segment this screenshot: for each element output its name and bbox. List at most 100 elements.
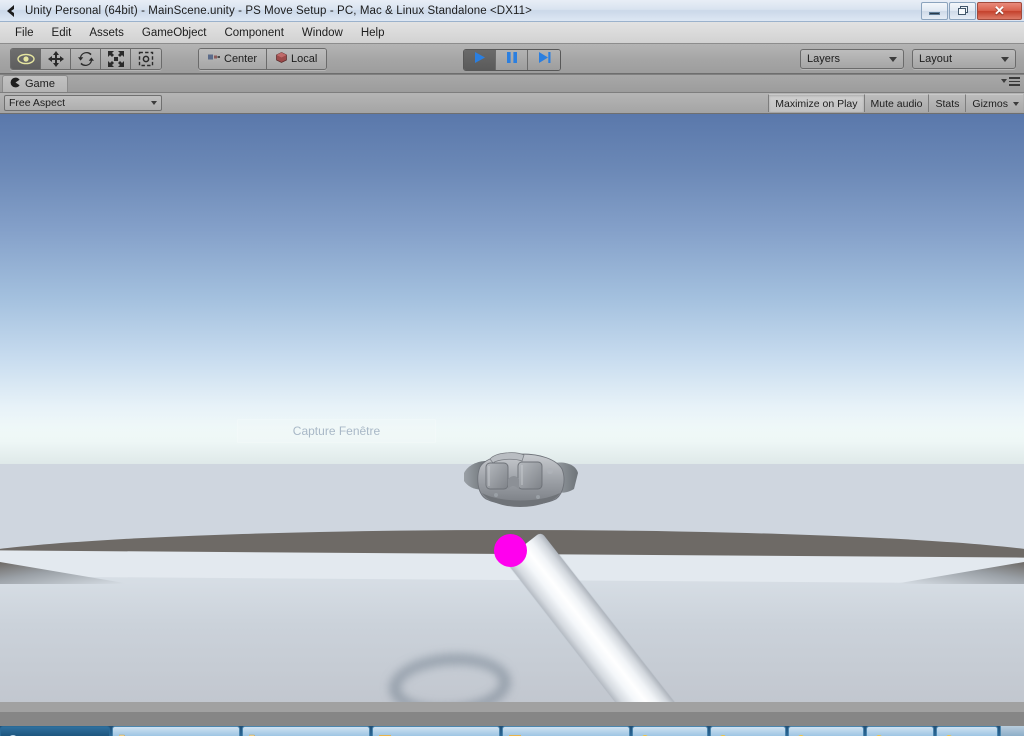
menu-help[interactable]: Help [352,25,394,41]
mute-audio-button[interactable]: Mute audio [863,94,929,112]
layers-label: Layers [807,53,841,65]
folder-icon [248,730,261,736]
gizmos-label: Gizmos [972,97,1008,110]
game-view-panel: Game Free Aspect Maximize on Play Mute a… [0,75,1024,712]
pivot-center-button[interactable]: Center [199,48,268,69]
taskbar-item-2[interactable] [242,726,370,736]
tab-game-label: Game [25,78,55,90]
restore-icon [957,6,968,15]
taskbar-item-5[interactable] [632,726,708,736]
taskbar-item-1[interactable] [112,726,240,736]
chevron-down-icon [1013,101,1019,106]
close-button[interactable]: ✕ [977,1,1022,20]
taskbar-item-9[interactable] [936,726,998,736]
chevron-down-icon [889,56,897,62]
taskbar-item-7[interactable] [788,726,864,736]
game-view-icon [10,77,21,91]
gizmos-button[interactable]: Gizmos [965,94,1023,112]
rotate-tool-button[interactable] [71,48,101,69]
maximize-on-play-button[interactable]: Maximize on Play [768,94,864,112]
game-render-viewport[interactable]: Capture Fenêtre [0,114,1024,702]
scale-arrows-icon [107,50,124,67]
chevron-down-icon [1001,56,1009,62]
step-forward-icon [538,51,551,69]
scale-tool-button[interactable] [101,48,131,69]
game-view-toggles: Maximize on Play Mute audio Stats Gizmos [768,94,1023,112]
taskbar-item-8[interactable] [866,726,934,736]
start-icon [7,730,19,736]
play-triangle-icon [473,51,486,69]
pivot-toggle-group: Center Local [198,47,328,70]
aspect-ratio-label: Free Aspect [9,97,66,109]
aspect-ratio-dropdown[interactable]: Free Aspect [4,95,162,111]
title-bar: Unity Personal (64bit) - MainScene.unity… [0,0,1024,22]
chevron-down-icon [1001,79,1007,84]
pivot-local-label: Local [291,52,318,65]
menu-gameobject[interactable]: GameObject [133,25,216,41]
unity-icon [795,730,807,736]
rect-tool-button[interactable] [131,48,161,69]
minimize-button[interactable] [921,1,948,20]
folder-icon [118,730,131,736]
unity-icon [717,730,729,736]
menu-file[interactable]: File [6,25,43,41]
hand-tool-button[interactable] [11,48,41,69]
panel-context-menu-button[interactable] [1001,77,1020,86]
system-tray[interactable] [1000,726,1024,736]
tab-game[interactable]: Game [2,75,68,92]
pivot-local-button[interactable]: Local [267,48,327,69]
transform-tools-group [10,47,162,70]
app-icon [509,730,521,736]
unity-icon [639,730,651,736]
app-icon [379,730,391,736]
layout-label: Layout [919,53,953,65]
layers-dropdown[interactable]: Layers [800,49,904,69]
ps-move-controller-model [494,531,704,702]
maximize-on-play-label: Maximize on Play [775,97,858,110]
taskbar-item-6[interactable] [710,726,786,736]
play-button[interactable] [464,50,496,70]
unity-editor-window: Unity Personal (64bit) - MainScene.unity… [0,0,1024,736]
stats-button[interactable]: Stats [928,94,966,112]
mute-audio-label: Mute audio [870,97,923,110]
capture-window-button[interactable]: Capture Fenêtre [237,419,436,443]
taskbar-item-4[interactable] [502,726,630,736]
stats-label: Stats [935,97,960,110]
panel-context-menu-icon [1009,77,1020,86]
wand-tracking-ball [494,534,527,567]
step-button[interactable] [528,50,560,70]
move-arrows-icon [47,50,64,67]
taskbar-item-3[interactable] [372,726,500,736]
playback-controls [463,49,561,71]
menu-component[interactable]: Component [215,25,292,41]
move-tool-button[interactable] [41,48,71,69]
eye-hand-icon [16,53,35,65]
menu-edit[interactable]: Edit [43,25,81,41]
restore-button[interactable] [949,1,976,20]
menu-bar: File Edit Assets GameObject Component Wi… [0,22,1024,44]
wand-cylinder [504,531,683,702]
menu-assets[interactable]: Assets [80,25,133,41]
main-toolbar: Center Local Layers Layout [0,44,1024,74]
game-view-toolbar: Free Aspect Maximize on Play Mute audio … [0,93,1024,114]
pause-button[interactable] [496,50,528,70]
menu-window[interactable]: Window [293,25,352,41]
pause-bars-icon [506,51,518,69]
unity-logo-icon [5,3,21,19]
chevron-down-icon [151,101,157,105]
cube-local-icon [276,51,287,66]
sky-gradient [0,114,1024,454]
pivot-center-icon [208,52,220,65]
oculus-dk2-headset-model [462,449,580,511]
start-orb[interactable] [0,726,110,736]
window-controls: ✕ [920,1,1022,21]
close-icon: ✕ [994,2,1005,18]
minimize-icon [929,12,940,15]
desktop-background [0,712,1024,736]
pivot-center-label: Center [224,52,258,65]
unity-icon [873,730,885,736]
toolbar-right-controls: Layers Layout [800,49,1016,69]
layout-dropdown[interactable]: Layout [912,49,1016,69]
rotate-arrows-icon [77,51,94,67]
rect-transform-icon [138,51,154,67]
